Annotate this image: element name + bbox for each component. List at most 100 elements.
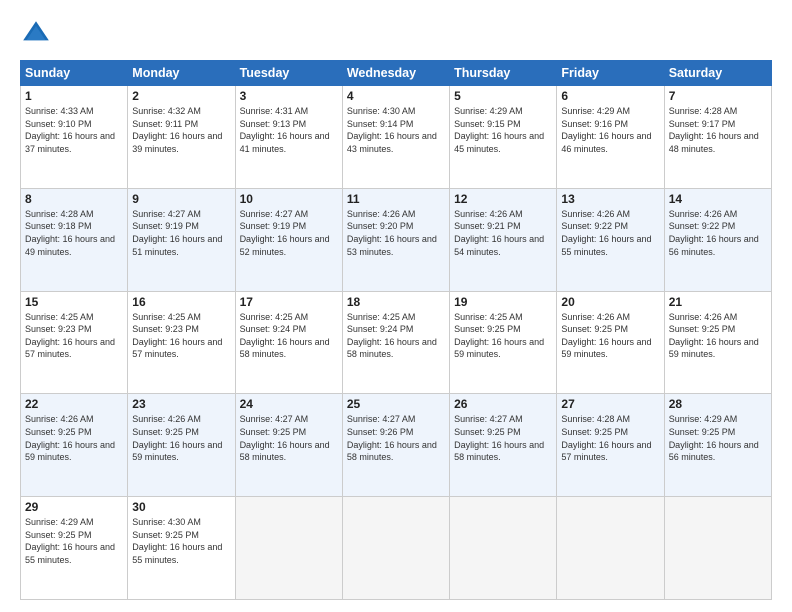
day-info: Sunrise: 4:26 AM Sunset: 9:25 PM Dayligh… [561,311,659,361]
calendar-day-header: Sunday [21,61,128,86]
day-number: 9 [132,192,230,206]
day-number: 20 [561,295,659,309]
calendar-day-cell [664,497,771,600]
calendar-day-header: Thursday [450,61,557,86]
day-number: 5 [454,89,552,103]
day-info: Sunrise: 4:26 AM Sunset: 9:20 PM Dayligh… [347,208,445,258]
calendar-day-cell: 14 Sunrise: 4:26 AM Sunset: 9:22 PM Dayl… [664,188,771,291]
day-info: Sunrise: 4:28 AM Sunset: 9:17 PM Dayligh… [669,105,767,155]
calendar-day-cell: 9 Sunrise: 4:27 AM Sunset: 9:19 PM Dayli… [128,188,235,291]
day-number: 4 [347,89,445,103]
calendar-day-cell: 2 Sunrise: 4:32 AM Sunset: 9:11 PM Dayli… [128,86,235,189]
day-info: Sunrise: 4:25 AM Sunset: 9:25 PM Dayligh… [454,311,552,361]
calendar-day-cell: 5 Sunrise: 4:29 AM Sunset: 9:15 PM Dayli… [450,86,557,189]
calendar-day-cell: 12 Sunrise: 4:26 AM Sunset: 9:21 PM Dayl… [450,188,557,291]
day-info: Sunrise: 4:29 AM Sunset: 9:25 PM Dayligh… [669,413,767,463]
calendar-week-row: 22 Sunrise: 4:26 AM Sunset: 9:25 PM Dayl… [21,394,772,497]
day-info: Sunrise: 4:29 AM Sunset: 9:15 PM Dayligh… [454,105,552,155]
day-number: 2 [132,89,230,103]
day-number: 22 [25,397,123,411]
calendar-day-cell: 3 Sunrise: 4:31 AM Sunset: 9:13 PM Dayli… [235,86,342,189]
day-info: Sunrise: 4:29 AM Sunset: 9:25 PM Dayligh… [25,516,123,566]
day-number: 6 [561,89,659,103]
day-number: 18 [347,295,445,309]
calendar-day-header: Wednesday [342,61,449,86]
calendar-day-cell: 19 Sunrise: 4:25 AM Sunset: 9:25 PM Dayl… [450,291,557,394]
calendar-day-cell: 1 Sunrise: 4:33 AM Sunset: 9:10 PM Dayli… [21,86,128,189]
day-info: Sunrise: 4:31 AM Sunset: 9:13 PM Dayligh… [240,105,338,155]
calendar-week-row: 8 Sunrise: 4:28 AM Sunset: 9:18 PM Dayli… [21,188,772,291]
day-number: 12 [454,192,552,206]
day-info: Sunrise: 4:28 AM Sunset: 9:25 PM Dayligh… [561,413,659,463]
day-number: 26 [454,397,552,411]
calendar-day-cell: 4 Sunrise: 4:30 AM Sunset: 9:14 PM Dayli… [342,86,449,189]
calendar-day-cell [342,497,449,600]
day-info: Sunrise: 4:26 AM Sunset: 9:22 PM Dayligh… [561,208,659,258]
calendar-day-cell: 21 Sunrise: 4:26 AM Sunset: 9:25 PM Dayl… [664,291,771,394]
day-number: 1 [25,89,123,103]
day-info: Sunrise: 4:30 AM Sunset: 9:25 PM Dayligh… [132,516,230,566]
day-info: Sunrise: 4:26 AM Sunset: 9:25 PM Dayligh… [132,413,230,463]
calendar-day-cell [557,497,664,600]
day-info: Sunrise: 4:33 AM Sunset: 9:10 PM Dayligh… [25,105,123,155]
calendar-week-row: 15 Sunrise: 4:25 AM Sunset: 9:23 PM Dayl… [21,291,772,394]
calendar-week-row: 29 Sunrise: 4:29 AM Sunset: 9:25 PM Dayl… [21,497,772,600]
calendar-day-header: Tuesday [235,61,342,86]
calendar-day-cell: 23 Sunrise: 4:26 AM Sunset: 9:25 PM Dayl… [128,394,235,497]
calendar-day-cell: 18 Sunrise: 4:25 AM Sunset: 9:24 PM Dayl… [342,291,449,394]
day-info: Sunrise: 4:26 AM Sunset: 9:22 PM Dayligh… [669,208,767,258]
day-number: 25 [347,397,445,411]
calendar-day-header: Saturday [664,61,771,86]
day-info: Sunrise: 4:32 AM Sunset: 9:11 PM Dayligh… [132,105,230,155]
calendar-day-cell: 11 Sunrise: 4:26 AM Sunset: 9:20 PM Dayl… [342,188,449,291]
day-number: 27 [561,397,659,411]
calendar-day-cell: 13 Sunrise: 4:26 AM Sunset: 9:22 PM Dayl… [557,188,664,291]
day-info: Sunrise: 4:26 AM Sunset: 9:25 PM Dayligh… [25,413,123,463]
calendar-day-cell: 26 Sunrise: 4:27 AM Sunset: 9:25 PM Dayl… [450,394,557,497]
calendar-day-cell: 6 Sunrise: 4:29 AM Sunset: 9:16 PM Dayli… [557,86,664,189]
day-info: Sunrise: 4:30 AM Sunset: 9:14 PM Dayligh… [347,105,445,155]
day-number: 30 [132,500,230,514]
day-number: 17 [240,295,338,309]
day-info: Sunrise: 4:26 AM Sunset: 9:21 PM Dayligh… [454,208,552,258]
calendar-day-cell: 30 Sunrise: 4:30 AM Sunset: 9:25 PM Dayl… [128,497,235,600]
logo-icon [20,18,52,50]
calendar-header-row: SundayMondayTuesdayWednesdayThursdayFrid… [21,61,772,86]
calendar-table: SundayMondayTuesdayWednesdayThursdayFrid… [20,60,772,600]
day-number: 28 [669,397,767,411]
day-info: Sunrise: 4:27 AM Sunset: 9:19 PM Dayligh… [132,208,230,258]
day-number: 16 [132,295,230,309]
day-info: Sunrise: 4:29 AM Sunset: 9:16 PM Dayligh… [561,105,659,155]
calendar-day-header: Monday [128,61,235,86]
calendar-day-cell: 17 Sunrise: 4:25 AM Sunset: 9:24 PM Dayl… [235,291,342,394]
day-number: 7 [669,89,767,103]
day-info: Sunrise: 4:27 AM Sunset: 9:26 PM Dayligh… [347,413,445,463]
day-info: Sunrise: 4:26 AM Sunset: 9:25 PM Dayligh… [669,311,767,361]
calendar-day-cell: 20 Sunrise: 4:26 AM Sunset: 9:25 PM Dayl… [557,291,664,394]
day-number: 29 [25,500,123,514]
day-number: 14 [669,192,767,206]
logo [20,18,56,50]
day-number: 11 [347,192,445,206]
header [20,18,772,50]
day-info: Sunrise: 4:25 AM Sunset: 9:23 PM Dayligh… [25,311,123,361]
calendar-day-cell: 24 Sunrise: 4:27 AM Sunset: 9:25 PM Dayl… [235,394,342,497]
day-number: 23 [132,397,230,411]
calendar-week-row: 1 Sunrise: 4:33 AM Sunset: 9:10 PM Dayli… [21,86,772,189]
day-number: 3 [240,89,338,103]
day-number: 19 [454,295,552,309]
calendar-day-cell: 7 Sunrise: 4:28 AM Sunset: 9:17 PM Dayli… [664,86,771,189]
day-number: 15 [25,295,123,309]
calendar-day-cell: 22 Sunrise: 4:26 AM Sunset: 9:25 PM Dayl… [21,394,128,497]
calendar-day-cell: 29 Sunrise: 4:29 AM Sunset: 9:25 PM Dayl… [21,497,128,600]
day-number: 13 [561,192,659,206]
calendar-day-cell: 10 Sunrise: 4:27 AM Sunset: 9:19 PM Dayl… [235,188,342,291]
day-info: Sunrise: 4:25 AM Sunset: 9:23 PM Dayligh… [132,311,230,361]
day-info: Sunrise: 4:28 AM Sunset: 9:18 PM Dayligh… [25,208,123,258]
day-number: 21 [669,295,767,309]
calendar-day-cell: 8 Sunrise: 4:28 AM Sunset: 9:18 PM Dayli… [21,188,128,291]
day-number: 8 [25,192,123,206]
calendar-day-cell: 15 Sunrise: 4:25 AM Sunset: 9:23 PM Dayl… [21,291,128,394]
day-info: Sunrise: 4:27 AM Sunset: 9:19 PM Dayligh… [240,208,338,258]
day-number: 24 [240,397,338,411]
